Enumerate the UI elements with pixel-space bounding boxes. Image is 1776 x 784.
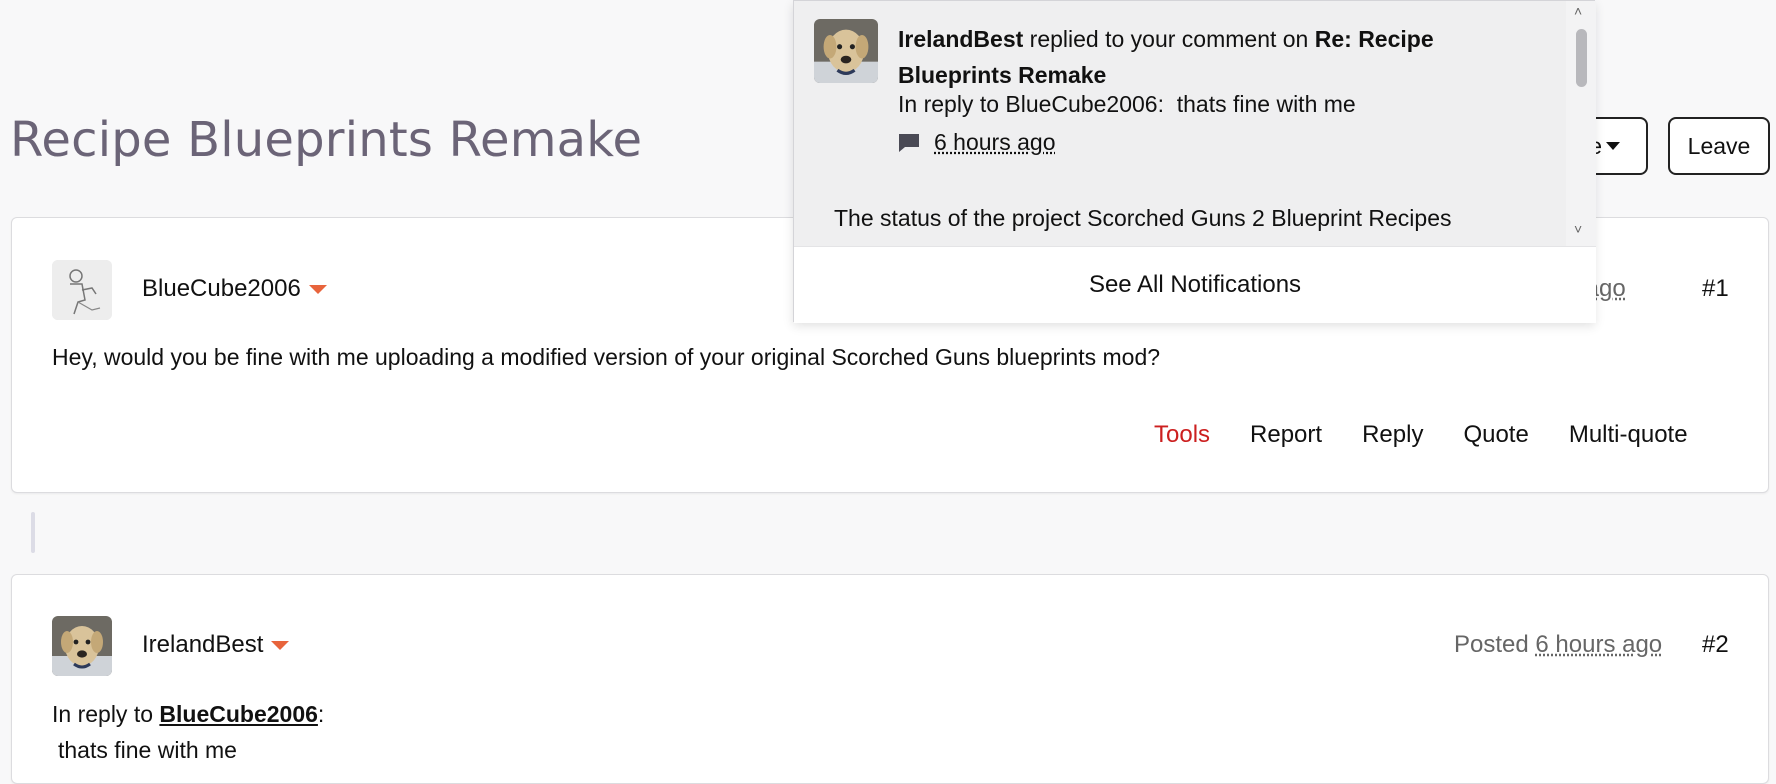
post-body: thats fine with me	[58, 737, 237, 764]
author-name[interactable]: BlueCube2006	[142, 275, 301, 303]
chevron-down-icon[interactable]	[309, 285, 327, 294]
scroll-down-icon[interactable]: ˅	[1574, 221, 1582, 237]
notifications-dropdown: IrelandBest replied to your comment on R…	[793, 0, 1595, 322]
notifications-list[interactable]: IrelandBest replied to your comment on R…	[794, 1, 1566, 246]
notification-user: IrelandBest	[898, 26, 1023, 52]
avatar[interactable]	[52, 616, 112, 676]
notification-preview: In reply to BlueCube2006: thats fine wit…	[898, 91, 1356, 118]
thread-divider	[31, 512, 35, 553]
see-all-notifications-link[interactable]: See All Notifications	[794, 246, 1596, 323]
page-title: Recipe Blueprints Remake	[10, 112, 642, 168]
report-button[interactable]: Report	[1250, 421, 1322, 449]
posted-label: Posted	[1454, 631, 1529, 658]
post-body: Hey, would you be fine with me uploading…	[52, 344, 1160, 371]
reply-reference: In reply to BlueCube2006:	[52, 701, 324, 728]
comment-icon	[898, 133, 920, 153]
chevron-down-icon[interactable]	[271, 641, 289, 650]
reply-suffix: :	[318, 701, 324, 727]
notification-action: replied to your comment on	[1030, 26, 1309, 52]
notification-headline[interactable]: IrelandBest replied to your comment on R…	[898, 21, 1538, 93]
chevron-down-icon	[1606, 142, 1620, 150]
post-author[interactable]: BlueCube2006	[142, 275, 327, 303]
scroll-up-icon[interactable]: ˄	[1574, 3, 1582, 19]
post-actions: Tools Report Reply Quote Multi-quote	[1154, 421, 1688, 449]
notification-timestamp: 6 hours ago	[898, 129, 1055, 156]
sketch-avatar-image	[52, 260, 112, 320]
reply-button[interactable]: Reply	[1362, 421, 1423, 449]
notification-item-next[interactable]: The status of the project Scorched Guns …	[834, 205, 1452, 232]
reply-prefix: In reply to	[52, 701, 153, 727]
notification-avatar	[814, 19, 878, 83]
leave-button-label: Leave	[1688, 133, 1751, 160]
reply-user-link[interactable]: BlueCube2006	[159, 701, 318, 727]
quote-button[interactable]: Quote	[1463, 421, 1528, 449]
avatar[interactable]	[52, 260, 112, 320]
post-author[interactable]: IrelandBest	[142, 631, 289, 659]
tools-button[interactable]: Tools	[1154, 421, 1210, 449]
post-card-2: IrelandBest Posted 6 hours ago #2 In rep…	[11, 574, 1769, 784]
dog-avatar-image	[52, 616, 112, 676]
notification-time[interactable]: 6 hours ago	[934, 129, 1055, 156]
author-name[interactable]: IrelandBest	[142, 631, 263, 659]
notifications-scrollbar[interactable]: ˄ ˅	[1566, 1, 1596, 246]
post-number[interactable]: #1	[1702, 275, 1729, 303]
post-timestamp: Posted 6 hours ago	[1454, 631, 1662, 659]
post-number[interactable]: #2	[1702, 631, 1729, 659]
leave-button[interactable]: Leave	[1668, 117, 1770, 175]
dog-avatar-image	[814, 19, 878, 83]
scrollbar-thumb[interactable]	[1576, 29, 1587, 87]
post-time[interactable]: 6 hours ago	[1535, 631, 1662, 658]
multi-quote-button[interactable]: Multi-quote	[1569, 421, 1688, 449]
